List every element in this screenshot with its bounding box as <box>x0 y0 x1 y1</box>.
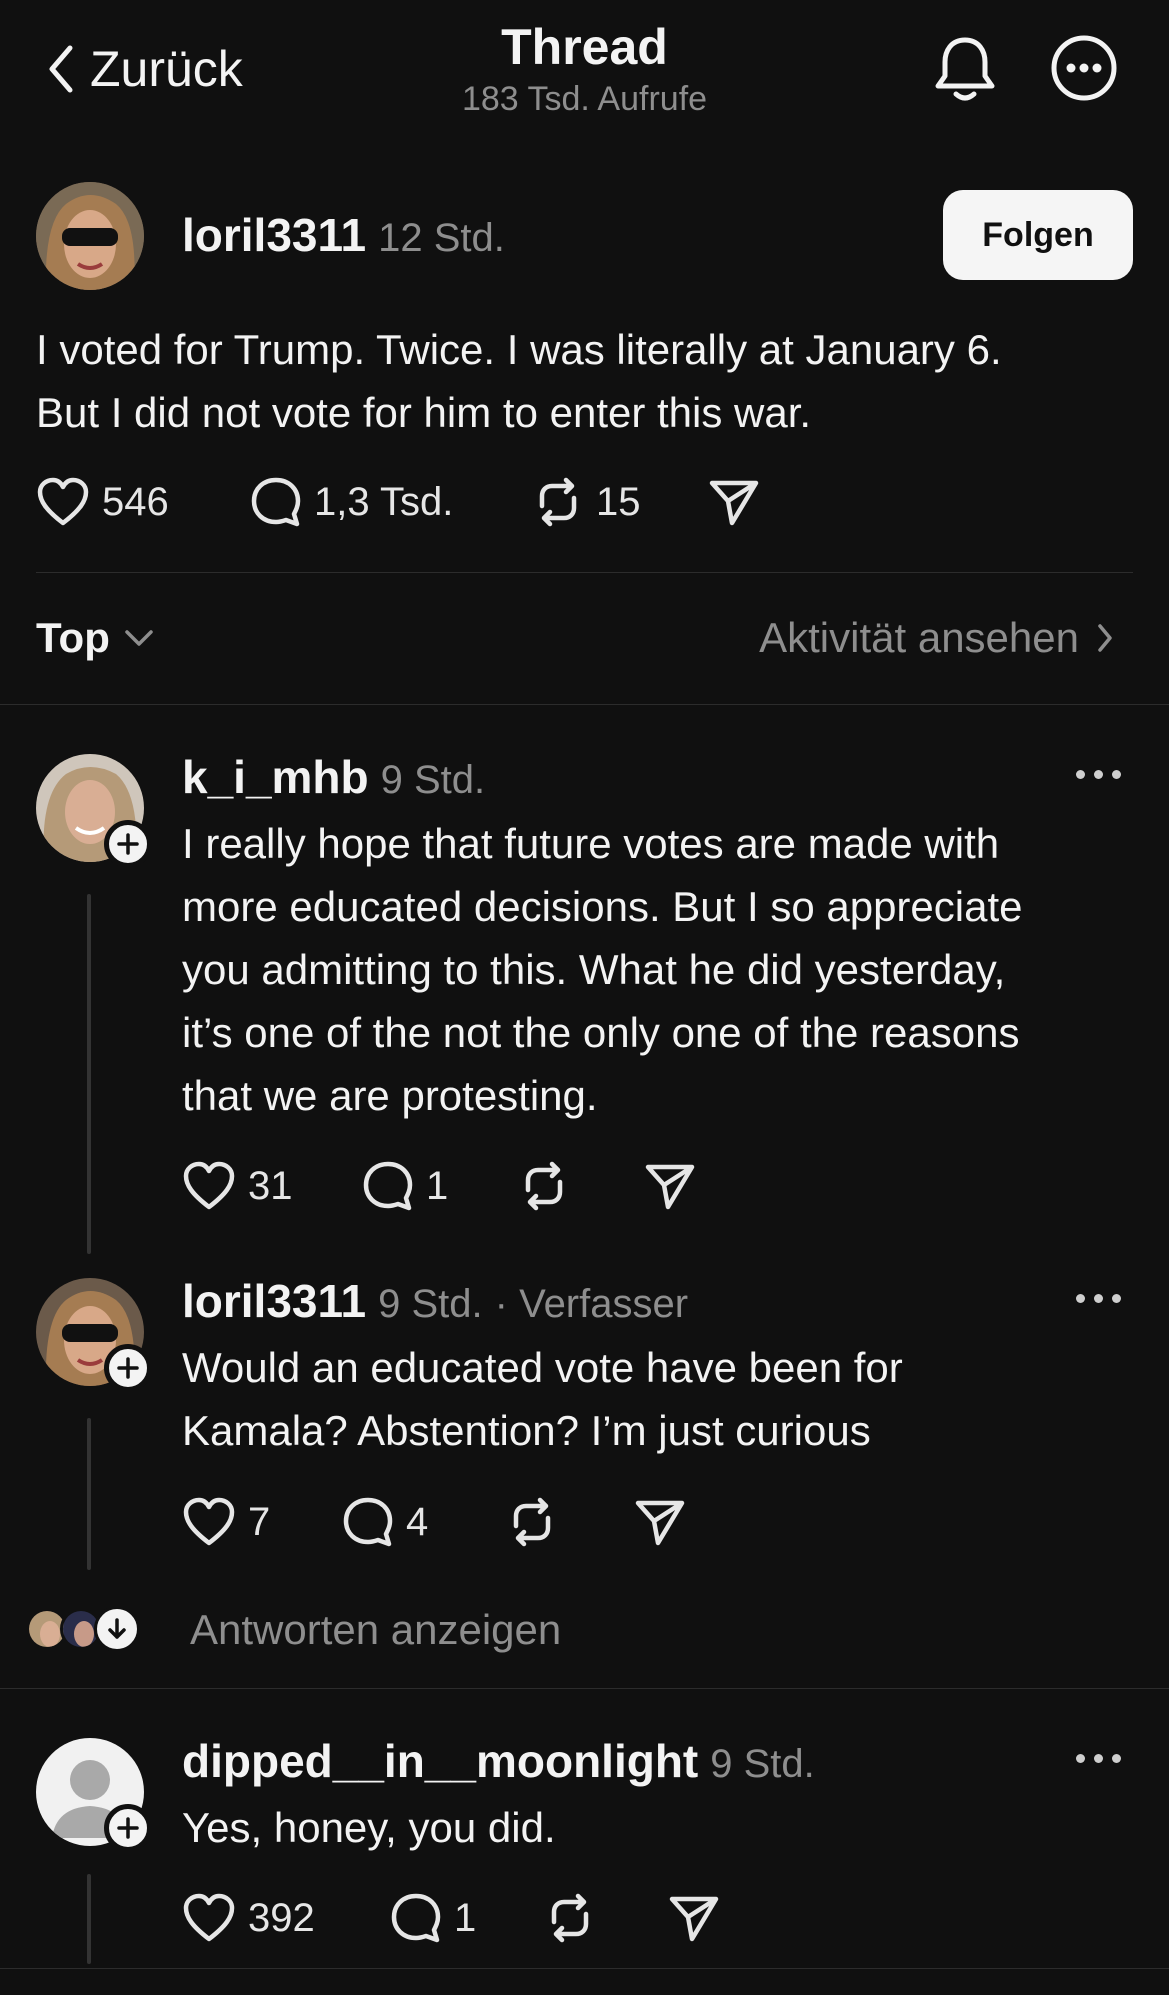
repost-icon <box>532 476 584 528</box>
repost-icon <box>544 1892 596 1944</box>
like-button[interactable]: 546 <box>36 477 250 527</box>
heart-icon <box>182 1893 236 1943</box>
thread-line <box>87 1418 91 1570</box>
more-circle-icon[interactable] <box>1050 34 1118 102</box>
share-button[interactable] <box>634 1497 686 1547</box>
send-icon <box>644 1161 696 1211</box>
chevron-right-icon <box>1097 623 1113 653</box>
send-icon <box>634 1497 686 1547</box>
more-options-button[interactable] <box>1076 1754 1121 1763</box>
view-activity-label: Aktivität ansehen <box>759 614 1079 661</box>
repost-icon <box>506 1496 558 1548</box>
post-username[interactable]: loril3311 <box>182 208 366 262</box>
follow-plus-button[interactable] <box>104 1804 152 1852</box>
reply-username[interactable]: k_i_mhb <box>182 750 369 804</box>
repost-count: 15 <box>596 479 641 524</box>
reply-text: Yes, honey, you did. <box>182 1804 556 1851</box>
show-replies-button[interactable]: Antworten anzeigen <box>190 1606 561 1654</box>
reply-time: 9 Std. <box>380 758 486 802</box>
arrow-down-icon <box>94 1606 140 1652</box>
bell-icon[interactable] <box>932 34 998 104</box>
comment-button[interactable]: 1 <box>390 1892 544 1944</box>
avatar[interactable] <box>36 182 144 290</box>
reply-avatars <box>26 1606 140 1652</box>
sort-label: Top <box>36 614 110 661</box>
comment-count: 1 <box>454 1895 477 1940</box>
like-count: 31 <box>248 1163 293 1208</box>
comment-button[interactable]: 1,3 Tsd. <box>250 476 532 528</box>
like-count: 392 <box>248 1895 315 1940</box>
like-count: 546 <box>102 479 169 524</box>
like-button[interactable]: 7 <box>182 1497 342 1547</box>
comment-count: 1 <box>426 1163 449 1208</box>
reply-time: 9 Std. <box>378 1282 483 1326</box>
repost-button[interactable] <box>506 1496 634 1548</box>
like-button[interactable]: 31 <box>182 1161 362 1211</box>
chevron-down-icon <box>124 629 154 647</box>
more-options-button[interactable] <box>1076 770 1121 779</box>
sort-dropdown[interactable]: Top <box>36 614 154 662</box>
author-badge: · Verfasser <box>494 1282 689 1326</box>
view-activity-link[interactable]: Aktivität ansehen <box>759 614 1113 662</box>
follow-plus-button[interactable] <box>104 1344 152 1392</box>
reply-text: Would an educated vote have been for Kam… <box>182 1344 903 1454</box>
like-button[interactable]: 392 <box>182 1893 390 1943</box>
follow-button[interactable]: Folgen <box>943 190 1133 280</box>
divider <box>0 704 1169 705</box>
heart-icon <box>182 1161 236 1211</box>
send-icon <box>668 1893 720 1943</box>
more-options-button[interactable] <box>1076 1294 1121 1303</box>
divider <box>0 1968 1169 1969</box>
comment-icon <box>342 1496 394 1548</box>
share-button[interactable] <box>644 1161 696 1211</box>
thread-line <box>87 1874 91 1964</box>
share-button[interactable] <box>668 1893 720 1943</box>
divider <box>0 1688 1169 1689</box>
reply-username[interactable]: loril3311 <box>182 1274 366 1328</box>
divider <box>36 572 1133 573</box>
comment-icon <box>250 476 302 528</box>
comment-icon <box>362 1160 414 1212</box>
heart-icon <box>36 477 90 527</box>
reply-text: I really hope that future votes are made… <box>182 820 1023 1119</box>
repost-icon <box>518 1160 570 1212</box>
comment-button[interactable]: 1 <box>362 1160 518 1212</box>
like-count: 7 <box>248 1499 271 1544</box>
post-text: I voted for Trump. Twice. I was literall… <box>36 326 1002 436</box>
reply-username[interactable]: dipped__in__moonlight <box>182 1734 698 1788</box>
post-time: 12 Std. <box>378 216 505 260</box>
comment-count: 4 <box>406 1499 429 1544</box>
heart-icon <box>182 1497 236 1547</box>
follow-plus-button[interactable] <box>104 820 152 868</box>
comment-button[interactable]: 4 <box>342 1496 506 1548</box>
repost-button[interactable] <box>544 1892 668 1944</box>
comment-icon <box>390 1892 442 1944</box>
comment-count: 1,3 Tsd. <box>314 479 454 524</box>
repost-button[interactable]: 15 <box>532 476 708 528</box>
share-button[interactable] <box>708 477 760 527</box>
send-icon <box>708 477 760 527</box>
thread-line <box>87 894 91 1254</box>
reply-time: 9 Std. <box>710 1742 815 1786</box>
repost-button[interactable] <box>518 1160 644 1212</box>
